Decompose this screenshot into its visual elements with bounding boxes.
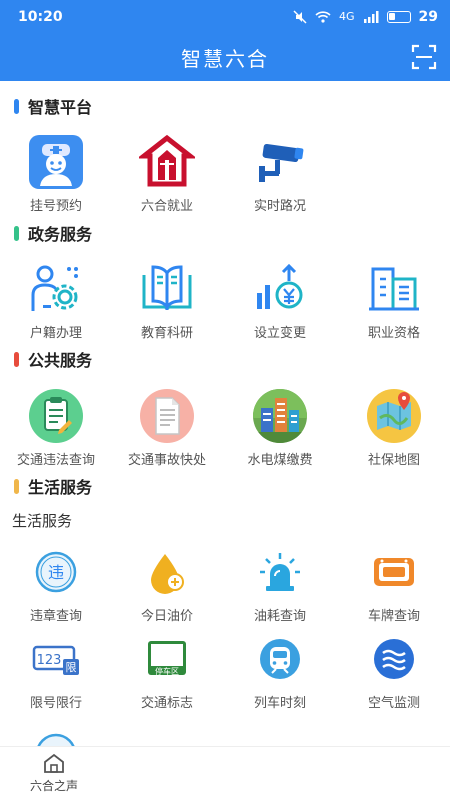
section-marker [14, 478, 19, 494]
clipboard-icon [27, 387, 85, 445]
tile-label: 设立变更 [253, 326, 306, 341]
tile-label: 交通标志 [140, 696, 193, 711]
section-header-government: 政务服务 [14, 221, 92, 245]
tile-violation-query[interactable]: 违 违章查询 [0, 543, 112, 624]
tile-label: 交通违法查询 [16, 453, 95, 468]
section-marker [14, 98, 19, 114]
section-title: 政务服务 [28, 225, 93, 244]
tile-label: 户籍办理 [29, 326, 82, 341]
train-icon [251, 630, 309, 688]
status-bar: 10:20 4G 29 [0, 0, 450, 33]
svg-text:违: 违 [48, 563, 64, 582]
tile-train-schedule[interactable]: 列车时刻 [224, 630, 336, 711]
nav-label: 六合之声 [29, 779, 78, 793]
tile-label: 空气监测 [367, 696, 420, 711]
mute-icon [293, 9, 307, 24]
parking-sign-icon: 停车区 [138, 630, 196, 688]
tile-registration[interactable]: 设立变更 [224, 260, 336, 341]
tile-employment[interactable]: 六合就业 [111, 133, 223, 214]
status-icons: 4G 29 [293, 9, 438, 25]
svg-text:123: 123 [37, 653, 62, 668]
main-content: 智慧平台 挂号预约 六合就业 实时路况 政务服务 户籍办理 教育科研 设立变更 … [0, 81, 450, 746]
doctor-icon [27, 133, 85, 191]
section-title: 公共服务 [28, 351, 93, 370]
section-title: 生活服务 [28, 478, 93, 497]
tile-traffic-signs[interactable]: 停车区 交通标志 [111, 630, 223, 711]
air-icon [365, 630, 423, 688]
tile-label: 职业资格 [367, 326, 420, 341]
signal-icon [363, 10, 379, 23]
tile-plate-query[interactable]: 车牌查询 [338, 543, 450, 624]
tile-qualification[interactable]: 职业资格 [338, 260, 450, 341]
scan-icon[interactable] [410, 43, 438, 71]
nav-item-home[interactable]: 六合之声 [14, 753, 94, 794]
tile-label: 六合就业 [140, 199, 193, 214]
tile-label: 水电煤缴费 [247, 453, 313, 468]
map-icon [365, 387, 423, 445]
sub-section-label: 生活服务 [12, 512, 73, 530]
section-header-smart-platform: 智慧平台 [14, 94, 92, 118]
city-icon [251, 387, 309, 445]
battery-percent: 29 [418, 8, 438, 25]
section-marker [14, 225, 19, 241]
tile-plate-limit[interactable]: 123 限 限号限行 [0, 630, 112, 711]
license-plate-icon [365, 543, 423, 601]
section-header-life: 生活服务 [14, 474, 92, 498]
tile-household[interactable]: 户籍办理 [0, 260, 112, 341]
network-label: 4G [338, 10, 355, 23]
tile-fuel-consumption[interactable]: 油耗查询 [224, 543, 336, 624]
home-icon [44, 753, 64, 773]
tile-label: 违章查询 [29, 609, 82, 624]
document-icon [138, 387, 196, 445]
tile-appointment[interactable]: 挂号预约 [0, 133, 112, 214]
tile-label: 社保地图 [367, 453, 420, 468]
page-title: 智慧六合 [181, 46, 269, 71]
person-gear-icon [27, 260, 85, 318]
tile-traffic[interactable]: 实时路况 [224, 133, 336, 214]
partial-tile-icon [27, 725, 85, 746]
siren-icon [251, 543, 309, 601]
tile-label: 今日油价 [140, 609, 193, 624]
tile-label: 交通事故快处 [127, 453, 206, 468]
tile-label: 实时路况 [253, 199, 306, 214]
section-header-public: 公共服务 [14, 347, 92, 371]
tile-label: 挂号预约 [29, 199, 82, 214]
section-title: 智慧平台 [28, 98, 93, 117]
tile-accident[interactable]: 交通事故快处 [111, 387, 223, 468]
violation-icon: 违 [27, 543, 85, 601]
section-marker [14, 351, 19, 367]
tile-partial[interactable] [0, 725, 112, 746]
tile-label: 油耗查询 [253, 609, 306, 624]
tile-label: 限号限行 [29, 696, 82, 711]
tile-label: 教育科研 [140, 326, 193, 341]
tile-label: 车牌查询 [367, 609, 420, 624]
header: 智慧六合 [0, 33, 450, 81]
tile-oil-price[interactable]: 今日油价 [111, 543, 223, 624]
svg-text:停车区: 停车区 [155, 666, 179, 676]
wifi-icon [315, 10, 331, 23]
tile-air-monitor[interactable]: 空气监测 [338, 630, 450, 711]
camera-icon [251, 133, 309, 191]
tile-education[interactable]: 教育科研 [111, 260, 223, 341]
house-logo-icon [138, 133, 196, 191]
tile-label: 列车时刻 [253, 696, 306, 711]
book-icon [138, 260, 196, 318]
bottom-nav: 六合之声 [0, 746, 450, 800]
yuan-growth-icon [251, 260, 309, 318]
status-time: 10:20 [18, 8, 63, 25]
oil-drop-icon [138, 543, 196, 601]
svg-text:限: 限 [66, 661, 77, 674]
plate-limit-icon: 123 限 [27, 630, 85, 688]
tile-traffic-violation[interactable]: 交通违法查询 [0, 387, 112, 468]
building-icon [365, 260, 423, 318]
tile-social-security-map[interactable]: 社保地图 [338, 387, 450, 468]
battery-icon [386, 10, 411, 23]
tile-utilities[interactable]: 水电煤缴费 [224, 387, 336, 468]
